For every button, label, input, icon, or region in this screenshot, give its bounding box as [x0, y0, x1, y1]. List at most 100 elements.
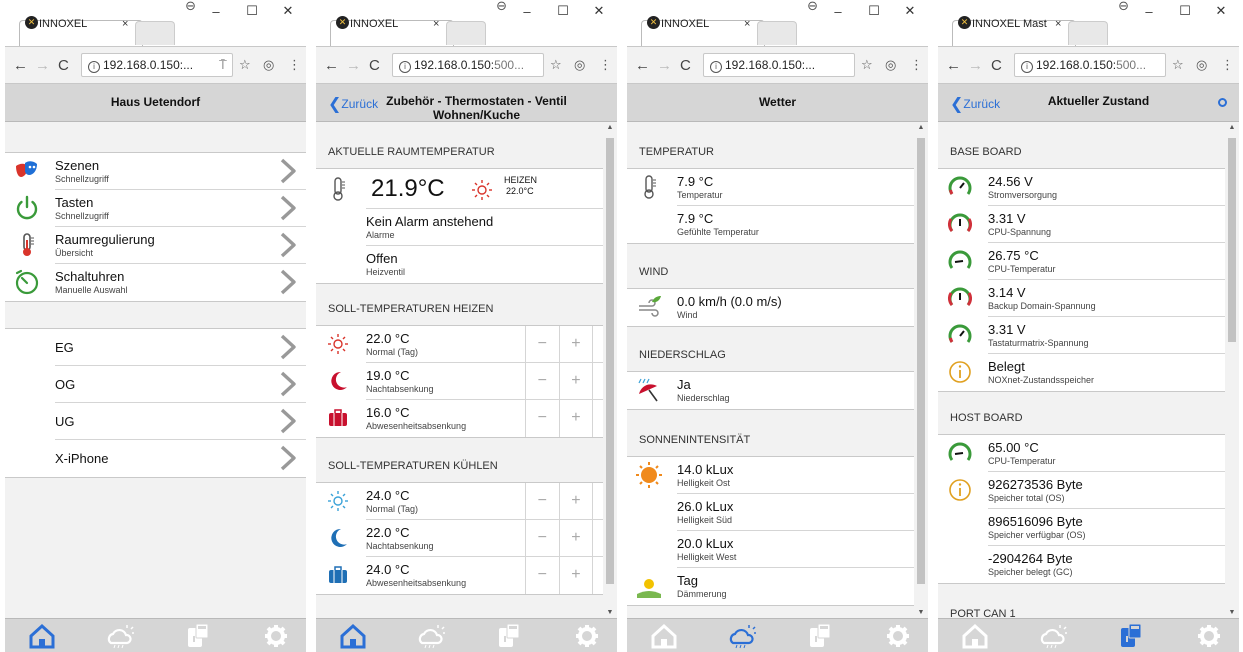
back-arrow-icon[interactable]: ← — [635, 57, 650, 74]
reload-icon[interactable]: C — [58, 57, 69, 74]
close-button[interactable]: ✕ — [1203, 3, 1239, 19]
menu-item[interactable]: Tasten Schnellzugriff — [16, 190, 306, 227]
scroll-thumb[interactable] — [1228, 138, 1236, 342]
new-tab-button[interactable] — [1068, 21, 1108, 45]
extension-icon[interactable]: ◎ — [263, 57, 274, 73]
back-arrow-icon[interactable]: ← — [324, 57, 339, 74]
menu-item[interactable]: Raumregulierung Übersicht — [23, 227, 306, 264]
info-icon[interactable]: i — [88, 61, 100, 73]
forward-arrow-icon[interactable]: → — [657, 57, 672, 74]
weather-nav-icon[interactable] — [105, 623, 135, 649]
device-nav-icon[interactable] — [494, 623, 524, 649]
back-button[interactable]: ❮Zurück — [328, 94, 378, 114]
forward-arrow-icon[interactable]: → — [968, 57, 983, 74]
back-button[interactable]: ❮Zurück — [950, 94, 1000, 114]
menu-icon[interactable]: ⋮ — [1221, 57, 1234, 73]
scroll-down-icon[interactable]: ▼ — [1225, 609, 1239, 616]
decrement-button[interactable]: − — [525, 400, 559, 437]
settings-nav-icon[interactable] — [883, 623, 913, 649]
tab-close-icon[interactable]: × — [744, 18, 750, 30]
extension-icon[interactable]: ◎ — [885, 57, 896, 73]
new-tab-button[interactable] — [446, 21, 486, 45]
decrement-button[interactable]: − — [525, 557, 559, 594]
menu-icon[interactable]: ⋮ — [910, 57, 923, 73]
increment-button[interactable]: + — [558, 557, 593, 594]
forward-arrow-icon[interactable]: → — [346, 57, 361, 74]
menu-icon[interactable]: ⋮ — [288, 57, 301, 73]
forward-arrow-icon[interactable]: → — [35, 57, 50, 74]
star-icon[interactable]: ☆ — [1172, 57, 1184, 73]
tab-close-icon[interactable]: × — [122, 18, 128, 30]
profile-icon[interactable]: ⊖ — [1118, 0, 1129, 14]
status-dot-icon[interactable] — [1218, 98, 1227, 107]
scrollbar[interactable]: ▲ ▼ — [914, 122, 928, 618]
extension-icon[interactable]: ◎ — [1196, 57, 1207, 73]
device-nav-icon[interactable] — [805, 623, 835, 649]
scroll-down-icon[interactable]: ▼ — [914, 609, 928, 616]
reload-icon[interactable]: C — [369, 57, 380, 74]
tab-close-icon[interactable]: × — [433, 18, 439, 30]
new-tab-button[interactable] — [135, 21, 175, 45]
scroll-thumb[interactable] — [917, 138, 925, 584]
home-nav-icon[interactable] — [960, 623, 990, 649]
close-button[interactable]: ✕ — [581, 3, 617, 19]
floor-item[interactable]: UG — [55, 403, 306, 440]
device-nav-icon[interactable] — [1116, 623, 1146, 649]
menu-item[interactable]: Schaltuhren Manuelle Auswahl — [15, 264, 306, 301]
maximize-button[interactable]: ☐ — [1167, 3, 1203, 19]
reload-icon[interactable]: C — [991, 57, 1002, 74]
extension-icon[interactable]: ◎ — [574, 57, 585, 73]
new-tab-button[interactable] — [757, 21, 797, 45]
maximize-button[interactable]: ☐ — [545, 3, 581, 19]
decrement-button[interactable]: − — [525, 326, 559, 362]
decrement-button[interactable]: − — [525, 363, 559, 399]
address-bar[interactable]: i 192.168.0.150:... — [703, 53, 855, 77]
decrement-button[interactable]: − — [525, 520, 559, 556]
home-nav-icon[interactable] — [649, 623, 679, 649]
close-button[interactable]: ✕ — [270, 3, 306, 19]
profile-icon[interactable]: ⊖ — [807, 0, 818, 14]
maximize-button[interactable]: ☐ — [234, 3, 270, 19]
pin-icon[interactable]: ⍑ — [219, 57, 227, 73]
weather-nav-icon[interactable] — [727, 623, 757, 649]
menu-icon[interactable]: ⋮ — [599, 57, 612, 73]
floor-item[interactable]: OG — [55, 366, 306, 403]
settings-nav-icon[interactable] — [1194, 623, 1224, 649]
address-bar[interactable]: i 192.168.0.150:500... — [392, 53, 544, 77]
scroll-up-icon[interactable]: ▲ — [1225, 124, 1239, 131]
device-nav-icon[interactable] — [183, 623, 213, 649]
address-bar[interactable]: i 192.168.0.150:... — [81, 53, 233, 77]
weather-nav-icon[interactable] — [416, 623, 446, 649]
back-arrow-icon[interactable]: ← — [946, 57, 961, 74]
scrollbar[interactable]: ▲ ▼ — [603, 122, 617, 618]
settings-nav-icon[interactable] — [261, 623, 291, 649]
scroll-up-icon[interactable]: ▲ — [603, 124, 617, 131]
increment-button[interactable]: + — [558, 400, 593, 437]
star-icon[interactable]: ☆ — [239, 57, 251, 73]
profile-icon[interactable]: ⊖ — [185, 0, 196, 14]
info-icon[interactable]: i — [710, 61, 722, 73]
menu-item[interactable]: Szenen Schnellzugriff — [16, 153, 306, 190]
home-nav-icon[interactable] — [338, 623, 368, 649]
floor-item[interactable]: EG — [55, 329, 306, 366]
star-icon[interactable]: ☆ — [861, 57, 873, 73]
scrollbar[interactable]: ▲ ▼ — [1225, 122, 1239, 618]
increment-button[interactable]: + — [558, 326, 593, 362]
star-icon[interactable]: ☆ — [550, 57, 562, 73]
maximize-button[interactable]: ☐ — [856, 3, 892, 19]
increment-button[interactable]: + — [558, 520, 593, 556]
home-nav-icon[interactable] — [27, 623, 57, 649]
scroll-down-icon[interactable]: ▼ — [603, 609, 617, 616]
info-icon[interactable]: i — [399, 61, 411, 73]
scroll-up-icon[interactable]: ▲ — [914, 124, 928, 131]
back-arrow-icon[interactable]: ← — [13, 57, 28, 74]
weather-nav-icon[interactable] — [1038, 623, 1068, 649]
floor-item[interactable]: X-iPhone — [55, 440, 306, 477]
settings-nav-icon[interactable] — [572, 623, 602, 649]
scroll-thumb[interactable] — [606, 138, 614, 584]
increment-button[interactable]: + — [558, 363, 593, 399]
decrement-button[interactable]: − — [525, 483, 559, 519]
info-icon[interactable]: i — [1021, 61, 1033, 73]
close-button[interactable]: ✕ — [892, 3, 928, 19]
reload-icon[interactable]: C — [680, 57, 691, 74]
